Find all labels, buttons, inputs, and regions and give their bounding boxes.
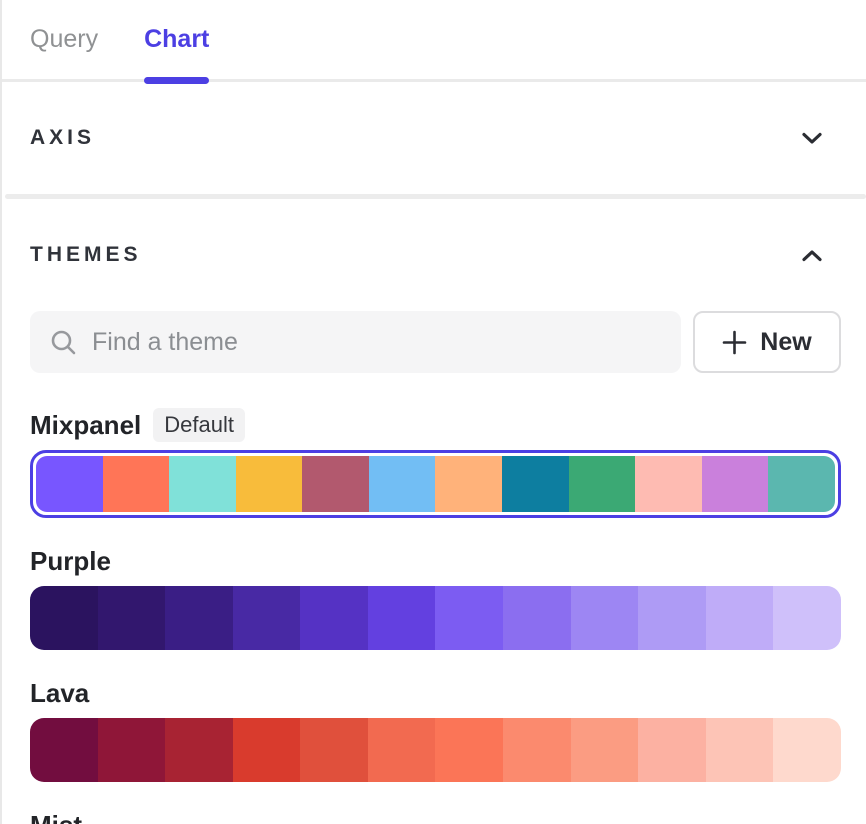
theme-search-input[interactable] <box>92 328 661 357</box>
axis-section-header[interactable]: AXIS <box>2 82 866 194</box>
chevron-up-icon[interactable] <box>802 249 822 262</box>
tab-bar: Query Chart <box>2 0 866 82</box>
tab-chart[interactable]: Chart <box>144 0 209 79</box>
color-swatch <box>773 718 841 782</box>
color-swatch <box>435 718 503 782</box>
swatch-row <box>30 718 841 782</box>
color-swatch <box>638 586 706 650</box>
color-swatch <box>30 718 98 782</box>
new-theme-button[interactable]: New <box>693 311 841 373</box>
plus-icon <box>722 330 747 355</box>
theme-swatches-lava[interactable] <box>30 718 841 782</box>
color-swatch <box>368 718 436 782</box>
theme-swatches-mixpanel[interactable] <box>30 450 841 518</box>
color-swatch <box>503 586 571 650</box>
color-swatch <box>236 456 303 512</box>
themes-section-header[interactable]: THEMES <box>2 239 866 271</box>
theme-name: Mist <box>30 810 82 824</box>
theme-label-row: Mist <box>30 809 841 824</box>
color-swatch <box>435 586 503 650</box>
color-swatch <box>30 586 98 650</box>
color-swatch <box>36 456 103 512</box>
color-swatch <box>571 718 639 782</box>
color-swatch <box>768 456 835 512</box>
theme-label-row: Purple <box>30 545 841 577</box>
color-swatch <box>368 586 436 650</box>
color-swatch <box>503 718 571 782</box>
tab-query[interactable]: Query <box>30 0 98 79</box>
axis-section-title: AXIS <box>30 126 95 150</box>
axis-section: AXIS <box>2 82 866 194</box>
color-swatch <box>502 456 569 512</box>
color-swatch <box>98 718 166 782</box>
theme-toolbar: New <box>30 311 841 373</box>
color-swatch <box>103 456 170 512</box>
theme-entry-mist: Mist <box>30 809 841 824</box>
color-swatch <box>300 718 368 782</box>
color-swatch <box>98 586 166 650</box>
theme-swatches-purple[interactable] <box>30 586 841 650</box>
color-swatch <box>300 586 368 650</box>
theme-label-row: Lava <box>30 677 841 709</box>
tab-query-label: Query <box>30 25 98 54</box>
color-swatch <box>165 586 233 650</box>
color-swatch <box>369 456 436 512</box>
tab-chart-label: Chart <box>144 25 209 54</box>
color-swatch <box>435 456 502 512</box>
color-swatch <box>233 718 301 782</box>
color-swatch <box>571 586 639 650</box>
chart-settings-panel: Query Chart AXIS THEMES <box>0 0 866 824</box>
color-swatch <box>169 456 236 512</box>
theme-name: Mixpanel <box>30 410 141 441</box>
theme-label-row: Mixpanel Default <box>30 409 841 441</box>
color-swatch <box>638 718 706 782</box>
color-swatch <box>706 586 774 650</box>
search-icon <box>50 329 77 356</box>
active-tab-indicator <box>144 77 209 84</box>
color-swatch <box>165 718 233 782</box>
color-swatch <box>702 456 769 512</box>
theme-entry-lava: Lava <box>30 677 841 782</box>
color-swatch <box>773 586 841 650</box>
theme-name: Lava <box>30 678 89 709</box>
theme-name: Purple <box>30 546 111 577</box>
swatch-row <box>30 586 841 650</box>
theme-list: Mixpanel Default Purple Lava Mist <box>30 409 841 824</box>
themes-section-title: THEMES <box>30 243 142 267</box>
swatch-row <box>36 456 835 512</box>
color-swatch <box>569 456 636 512</box>
themes-section: THEMES New MixpanelDe <box>2 199 866 824</box>
theme-search-box[interactable] <box>30 311 681 373</box>
color-swatch <box>635 456 702 512</box>
chevron-down-icon[interactable] <box>802 132 822 145</box>
new-theme-button-label: New <box>760 328 811 357</box>
default-badge: Default <box>153 408 245 442</box>
color-swatch <box>302 456 369 512</box>
theme-entry-purple: Purple <box>30 545 841 650</box>
color-swatch <box>706 718 774 782</box>
theme-entry-mixpanel: Mixpanel Default <box>30 409 841 518</box>
color-swatch <box>233 586 301 650</box>
